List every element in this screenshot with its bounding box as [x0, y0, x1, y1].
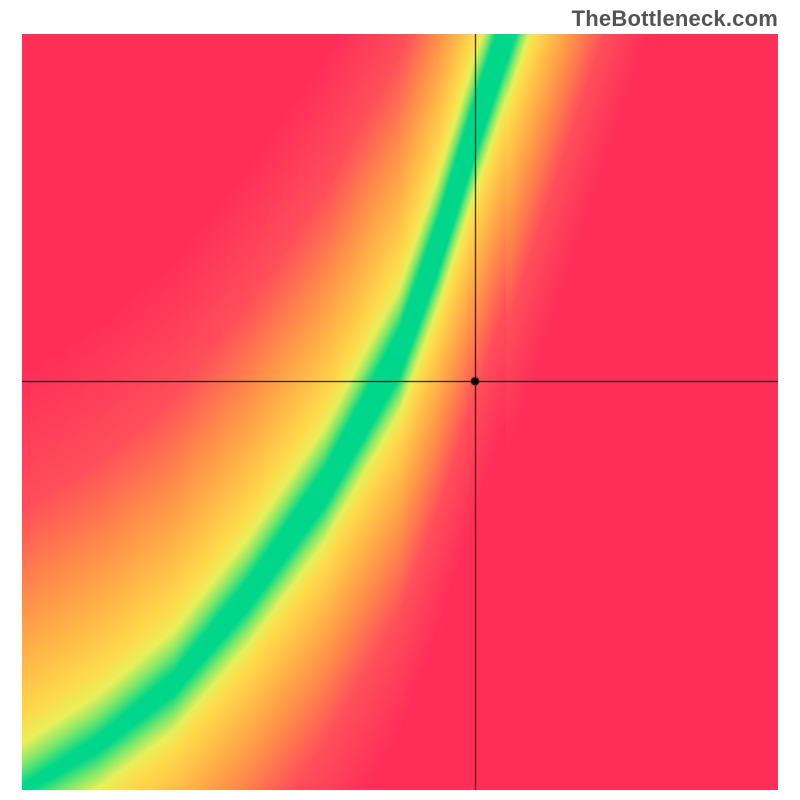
- watermark-label: TheBottleneck.com: [572, 6, 778, 32]
- heatmap-canvas: [22, 34, 778, 790]
